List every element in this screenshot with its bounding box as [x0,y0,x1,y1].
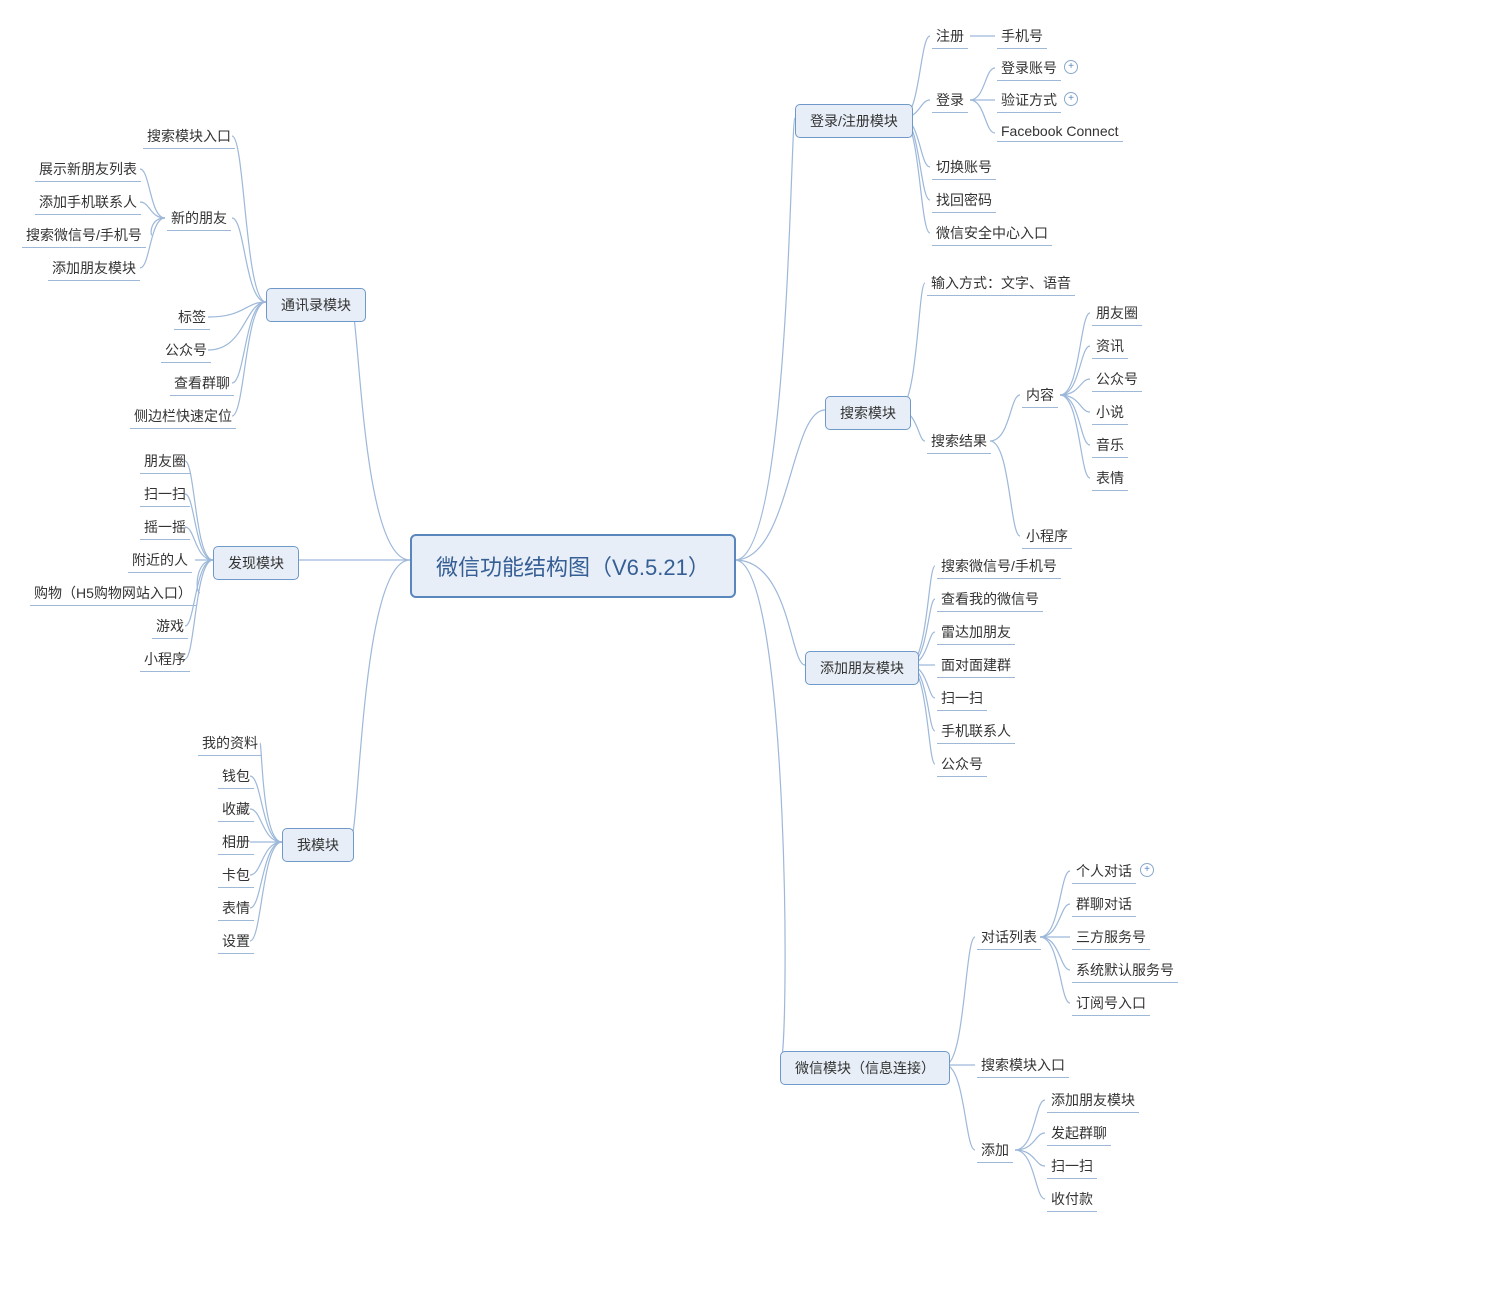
search-content-news[interactable]: 资讯 [1092,334,1128,359]
discover-mini[interactable]: 小程序 [140,647,190,672]
newfriends-search-id[interactable]: 搜索微信号/手机号 [22,223,146,248]
wechat-module[interactable]: 微信模块（信息连接） [780,1051,950,1085]
expand-icon[interactable]: + [1064,60,1078,74]
me-wallet[interactable]: 钱包 [218,764,254,789]
auth-login-verify[interactable]: 验证方式 [997,88,1061,113]
discover-nearby[interactable]: 附近的人 [128,548,192,573]
add-pay[interactable]: 收付款 [1047,1187,1097,1212]
me-album[interactable]: 相册 [218,830,254,855]
chatlist-group[interactable]: 群聊对话 [1072,892,1136,917]
auth-register[interactable]: 注册 [932,24,968,49]
connector-lines [0,0,1505,1300]
contacts-official[interactable]: 公众号 [161,338,211,363]
discover-shop[interactable]: 购物（H5购物网站入口） [30,581,196,606]
search-content-music[interactable]: 音乐 [1092,433,1128,458]
addfriend-scan[interactable]: 扫一扫 [937,686,987,711]
discover-module[interactable]: 发现模块 [213,546,299,580]
me-settings[interactable]: 设置 [218,929,254,954]
newfriends-add-phone[interactable]: 添加手机联系人 [35,190,141,215]
search-content-official[interactable]: 公众号 [1092,367,1142,392]
contacts-tags[interactable]: 标签 [174,305,210,330]
auth-switch[interactable]: 切换账号 [932,155,996,180]
me-profile[interactable]: 我的资料 [198,731,262,756]
search-content-sticker[interactable]: 表情 [1092,466,1128,491]
search-result[interactable]: 搜索结果 [927,429,991,454]
chatlist-subscribe[interactable]: 订阅号入口 [1072,991,1150,1016]
auth-forgot[interactable]: 找回密码 [932,188,996,213]
contacts-search-entry[interactable]: 搜索模块入口 [143,124,235,149]
chatlist-thirdparty[interactable]: 三方服务号 [1072,925,1150,950]
newfriends-add-module[interactable]: 添加朋友模块 [48,256,140,281]
chatlist-personal[interactable]: 个人对话 [1072,859,1136,884]
discover-moments[interactable]: 朋友圈 [140,449,190,474]
contacts-sidebar-locate[interactable]: 侧边栏快速定位 [130,404,236,429]
addfriend-search-id[interactable]: 搜索微信号/手机号 [937,554,1061,579]
auth-login-account[interactable]: 登录账号 [997,56,1061,81]
auth-login-fb[interactable]: Facebook Connect [997,121,1123,142]
contacts-view-groups[interactable]: 查看群聊 [170,371,234,396]
me-module[interactable]: 我模块 [282,828,354,862]
search-input[interactable]: 输入方式：文字、语音 [927,271,1075,296]
addfriend-module[interactable]: 添加朋友模块 [805,651,919,685]
discover-shake[interactable]: 摇一摇 [140,515,190,540]
expand-icon[interactable]: + [1064,92,1078,106]
search-content-moments[interactable]: 朋友圈 [1092,301,1142,326]
search-content[interactable]: 内容 [1022,383,1058,408]
addfriend-radar[interactable]: 雷达加朋友 [937,620,1015,645]
addfriend-my-id[interactable]: 查看我的微信号 [937,587,1043,612]
auth-login[interactable]: 登录 [932,88,968,113]
search-module[interactable]: 搜索模块 [825,396,911,430]
contacts-new-friends[interactable]: 新的朋友 [167,206,231,231]
contacts-module[interactable]: 通讯录模块 [266,288,366,322]
expand-icon[interactable]: + [1140,863,1154,877]
discover-scan[interactable]: 扫一扫 [140,482,190,507]
addfriend-f2f[interactable]: 面对面建群 [937,653,1015,678]
root-node[interactable]: 微信功能结构图（V6.5.21） [410,534,736,598]
auth-module[interactable]: 登录/注册模块 [795,104,913,138]
auth-security[interactable]: 微信安全中心入口 [932,221,1052,246]
me-favorites[interactable]: 收藏 [218,797,254,822]
chatlist-system[interactable]: 系统默认服务号 [1072,958,1178,983]
wechat-search-entry[interactable]: 搜索模块入口 [977,1053,1069,1078]
addfriend-official[interactable]: 公众号 [937,752,987,777]
me-sticker[interactable]: 表情 [218,896,254,921]
search-content-novel[interactable]: 小说 [1092,400,1128,425]
search-mini[interactable]: 小程序 [1022,524,1072,549]
me-cards[interactable]: 卡包 [218,863,254,888]
add-addfriend[interactable]: 添加朋友模块 [1047,1088,1139,1113]
discover-games[interactable]: 游戏 [152,614,188,639]
wechat-add[interactable]: 添加 [977,1138,1013,1163]
add-groupchat[interactable]: 发起群聊 [1047,1121,1111,1146]
newfriends-show-list[interactable]: 展示新朋友列表 [35,157,141,182]
wechat-chatlist[interactable]: 对话列表 [977,925,1041,950]
add-scan[interactable]: 扫一扫 [1047,1154,1097,1179]
auth-register-phone[interactable]: 手机号 [997,24,1047,49]
addfriend-phone-contacts[interactable]: 手机联系人 [937,719,1015,744]
